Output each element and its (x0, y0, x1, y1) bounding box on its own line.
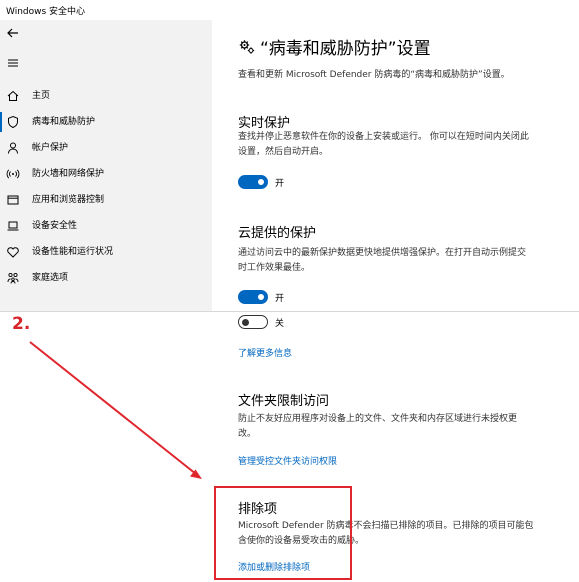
sidebar-item-label: 设备安全性 (32, 221, 78, 231)
sidebar-item-label: 病毒和威胁防护 (32, 117, 96, 127)
hamburger-menu-icon[interactable] (6, 56, 20, 70)
folder-desc-line2: 改。 (238, 429, 257, 439)
realtime-toggle-label: 开 (275, 179, 285, 189)
realtime-toggle[interactable] (238, 175, 268, 189)
laptop-icon (7, 221, 19, 231)
cloud-desc-line1: 通过访问云中的最新保护数据更快地提供增强保护。在打开自动示例提交 (238, 248, 527, 258)
back-arrow-icon[interactable] (6, 26, 20, 40)
cloud-desc-line2: 时工作效果最佳。 (238, 263, 311, 273)
wifi-icon (6, 169, 20, 179)
toggle-knob (258, 294, 264, 300)
step-number-label: 2. (12, 314, 31, 334)
toggle-knob (258, 179, 264, 185)
cloud-toggle-label: 开 (275, 294, 285, 304)
folder-access-title: 文件夹限制访问 (238, 394, 330, 409)
sidebar-item-label: 家庭选项 (32, 273, 69, 283)
learn-more-link[interactable]: 了解更多信息 (238, 346, 292, 359)
realtime-protection-title: 实时保护 (238, 116, 291, 131)
shield-icon (8, 115, 18, 129)
sample-toggle-label: 关 (275, 319, 285, 329)
sample-submission-toggle[interactable] (238, 315, 268, 329)
realtime-desc-line1: 查找并停止恶意软件在你的设备上安装或运行。 你可以在短时间内关闭此 (238, 132, 529, 142)
divider (0, 311, 579, 312)
sidebar-item-app-browser[interactable]: 应用和浏览器控制 (0, 188, 212, 212)
sidebar-item-device-security[interactable]: 设备安全性 (0, 214, 212, 238)
sidebar-item-virus-protection[interactable]: 病毒和威胁防护 (0, 110, 212, 134)
folder-desc-line1: 防止不友好应用程序对设备上的文件、文件夹和内存区域进行未授权更 (238, 414, 518, 424)
toggle-knob (242, 318, 249, 326)
sidebar-item-label: 设备性能和运行状况 (32, 247, 114, 257)
active-indicator (0, 112, 2, 132)
window-title: Windows 安全中心 (6, 7, 86, 17)
sidebar-item-account[interactable]: 帐户保护 (0, 136, 212, 160)
app-window-icon (7, 195, 19, 205)
sidebar-item-label: 防火墙和网络保护 (32, 169, 105, 179)
sidebar-item-label: 应用和浏览器控制 (32, 195, 105, 205)
heart-icon (7, 247, 19, 258)
cloud-toggle[interactable] (238, 290, 268, 304)
highlight-box (214, 486, 352, 580)
home-icon (7, 90, 19, 101)
manage-folder-access-link[interactable]: 管理受控文件夹访问权限 (238, 454, 337, 467)
sidebar-item-label: 帐户保护 (32, 143, 69, 153)
sidebar-item-device-health[interactable]: 设备性能和运行状况 (0, 240, 212, 264)
cloud-protection-title: 云提供的保护 (238, 226, 317, 241)
realtime-desc-line2: 设置，然后自动开启。 (238, 147, 329, 157)
sidebar-item-label: 主页 (32, 91, 51, 101)
family-icon (7, 272, 19, 284)
sidebar-item-home[interactable]: 主页 (0, 84, 212, 108)
sidebar-item-firewall[interactable]: 防火墙和网络保护 (0, 162, 212, 186)
page-title: “病毒和威胁防护”设置 (260, 39, 431, 59)
sidebar-item-family[interactable]: 家庭选项 (0, 266, 212, 290)
page-subtitle: 查看和更新 Microsoft Defender 防病毒的“病毒和威胁防护”设置… (238, 70, 510, 80)
person-icon (8, 142, 18, 154)
gear-icon (239, 40, 255, 54)
